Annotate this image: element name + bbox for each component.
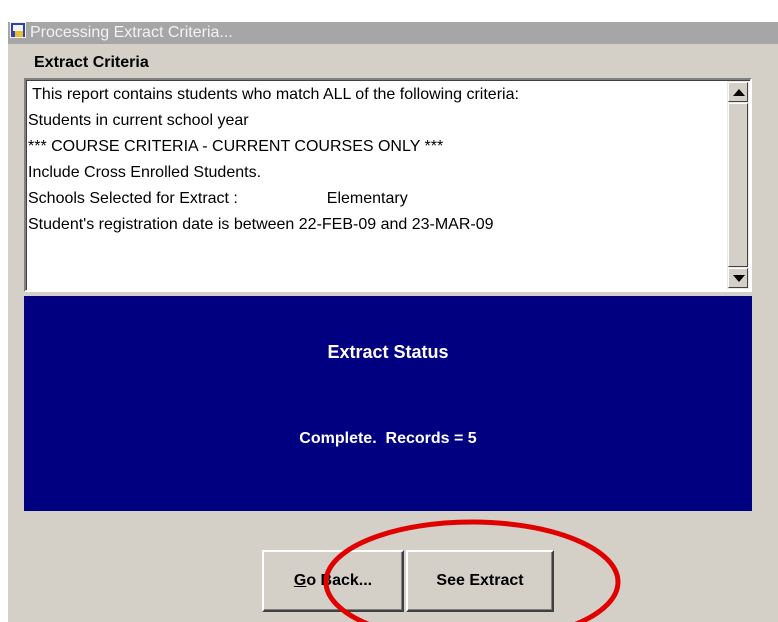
go-back-button[interactable]: Go Back...: [262, 550, 404, 612]
vertical-scrollbar[interactable]: [727, 81, 749, 289]
go-back-label: o Back...: [306, 572, 373, 589]
criteria-line: This report contains students who match …: [28, 86, 519, 103]
criteria-line: Include Cross Enrolled Students.: [28, 164, 262, 181]
criteria-line: Schools Selected for Extract : Elementar…: [28, 190, 408, 207]
extract-criteria-label: Extract Criteria: [34, 54, 149, 71]
arrow-up-icon: [733, 89, 745, 96]
scroll-thumb[interactable]: [728, 103, 748, 267]
arrow-down-icon: [733, 275, 745, 282]
criteria-text: This report contains students who match …: [28, 82, 726, 238]
criteria-line: Students in current school year: [28, 112, 249, 129]
criteria-text-area[interactable]: This report contains students who match …: [24, 78, 752, 292]
extract-status-message: Complete. Records = 5: [299, 430, 477, 447]
criteria-line: *** COURSE CRITERIA - CURRENT COURSES ON…: [28, 138, 444, 155]
form-app-icon: [10, 22, 26, 38]
criteria-line: Student's registration date is between 2…: [28, 216, 494, 233]
extract-status-title: Extract Status: [327, 342, 449, 362]
see-extract-button[interactable]: See Extract: [406, 550, 554, 612]
window-title: Processing Extract Criteria...: [30, 24, 233, 41]
scroll-up-button[interactable]: [728, 82, 748, 102]
extract-status-panel: Extract Status Complete. Records = 5: [24, 296, 752, 511]
go-back-mnemonic: G: [293, 572, 307, 589]
scroll-down-button[interactable]: [728, 268, 748, 288]
